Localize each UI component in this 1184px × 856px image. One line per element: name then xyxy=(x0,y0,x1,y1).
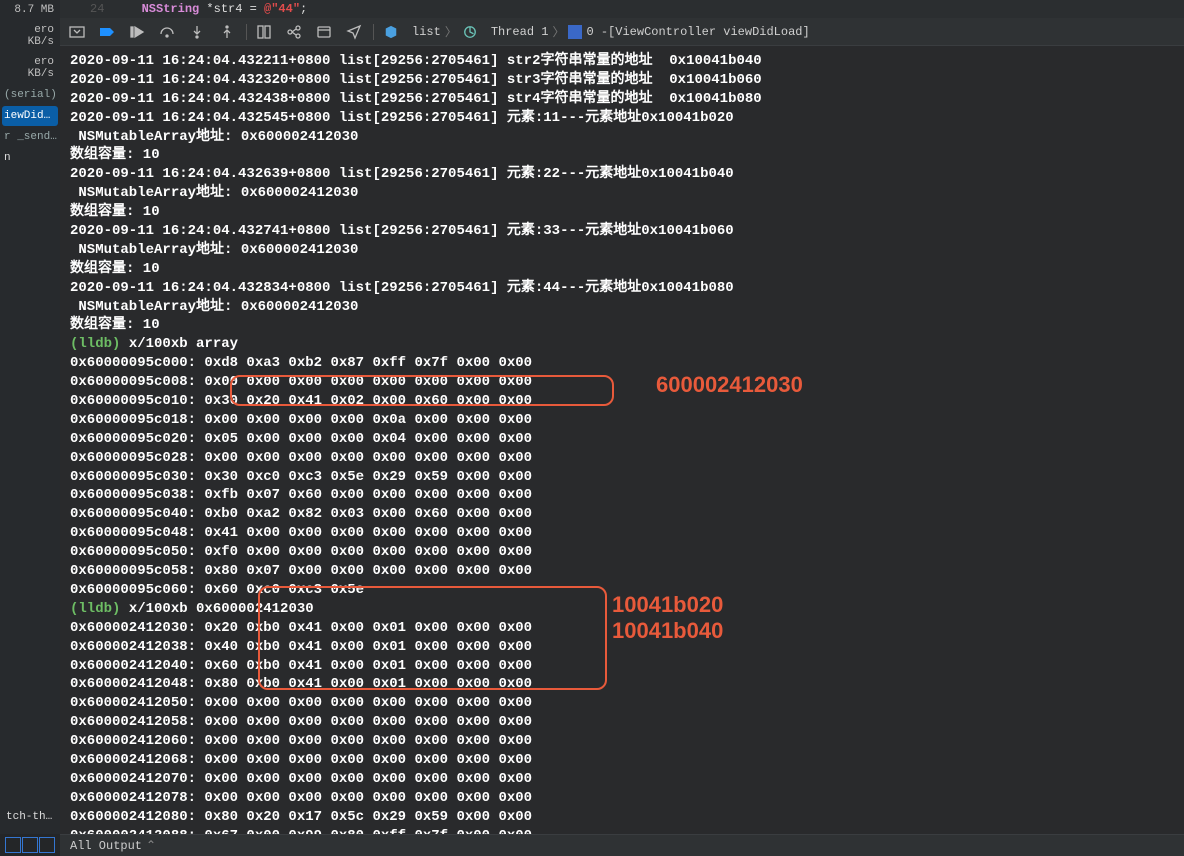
debug-sidebar: 8.7 MB ero KB/s ero KB/s (serial) iewDid… xyxy=(0,0,61,856)
location-icon[interactable] xyxy=(345,23,363,41)
memory-usage: 8.7 MB xyxy=(0,0,60,20)
process-icon xyxy=(382,23,400,41)
annotation-box-1 xyxy=(230,375,614,406)
toolbar-separator xyxy=(373,24,374,40)
sidebar-item-thread[interactable]: tch-th… xyxy=(4,807,54,827)
step-out-icon[interactable] xyxy=(218,23,236,41)
step-over-icon[interactable] xyxy=(158,23,176,41)
chevron-right-icon: 〉 xyxy=(552,23,564,40)
chevron-right-icon: 〉 xyxy=(445,23,457,40)
toolbar-separator xyxy=(246,24,247,40)
code-editor-line: 24 NSString *str4 = @"44"; xyxy=(60,0,1184,19)
frame-icon xyxy=(568,25,582,39)
network-2: ero KB/s xyxy=(0,52,60,84)
step-in-icon[interactable] xyxy=(188,23,206,41)
sidebar-item-serial[interactable]: (serial) xyxy=(2,85,58,105)
annotation-label-2: 10041b020 xyxy=(612,592,723,618)
console-output: 2020-09-11 16:24:04.432211+0800 list[292… xyxy=(60,46,1184,834)
pane-toggle-3-icon[interactable] xyxy=(39,837,55,853)
continue-icon[interactable] xyxy=(128,23,146,41)
sidebar-item-n[interactable]: n xyxy=(2,148,58,168)
pane-toggle-1-icon[interactable] xyxy=(5,837,21,853)
annotation-label-1: 600002412030 xyxy=(656,372,803,398)
crumb-process: list xyxy=(412,25,441,39)
code-string: @"44" xyxy=(264,2,300,16)
sidebar-bottom-toolbar xyxy=(0,834,60,856)
output-filter-button[interactable]: All Output⌃ xyxy=(70,838,156,853)
environment-icon[interactable] xyxy=(315,23,333,41)
annotation-label-3: 10041b040 xyxy=(612,618,723,644)
pane-toggle-2-icon[interactable] xyxy=(22,837,38,853)
memory-graph-icon[interactable] xyxy=(285,23,303,41)
code-keyword: NSString xyxy=(142,2,200,16)
debug-toolbar: list 〉 Thread 1 〉 0 -[ViewController vie… xyxy=(60,18,1184,46)
annotation-box-2 xyxy=(258,586,607,690)
breakpoint-toggle-icon[interactable] xyxy=(98,23,116,41)
hide-debug-icon[interactable] xyxy=(68,23,86,41)
crumb-frame: 0 -[ViewController viewDidLoad] xyxy=(586,25,809,39)
sidebar-item-send[interactable]: r _send… xyxy=(2,127,58,147)
sidebar-item-viewdid[interactable]: iewDid… xyxy=(2,106,58,126)
thread-icon xyxy=(461,23,479,41)
console-footer: All Output⌃ xyxy=(60,834,1184,856)
line-number: 24 xyxy=(90,2,104,16)
network-1: ero KB/s xyxy=(0,20,60,52)
breadcrumb[interactable]: list 〉 Thread 1 〉 0 -[ViewController vie… xyxy=(382,23,810,41)
view-debugger-icon[interactable] xyxy=(255,23,273,41)
chevron-updown-icon: ⌃ xyxy=(146,839,156,853)
crumb-thread: Thread 1 xyxy=(491,25,549,39)
debug-console[interactable]: 2020-09-11 16:24:04.432211+0800 list[292… xyxy=(60,46,1184,834)
